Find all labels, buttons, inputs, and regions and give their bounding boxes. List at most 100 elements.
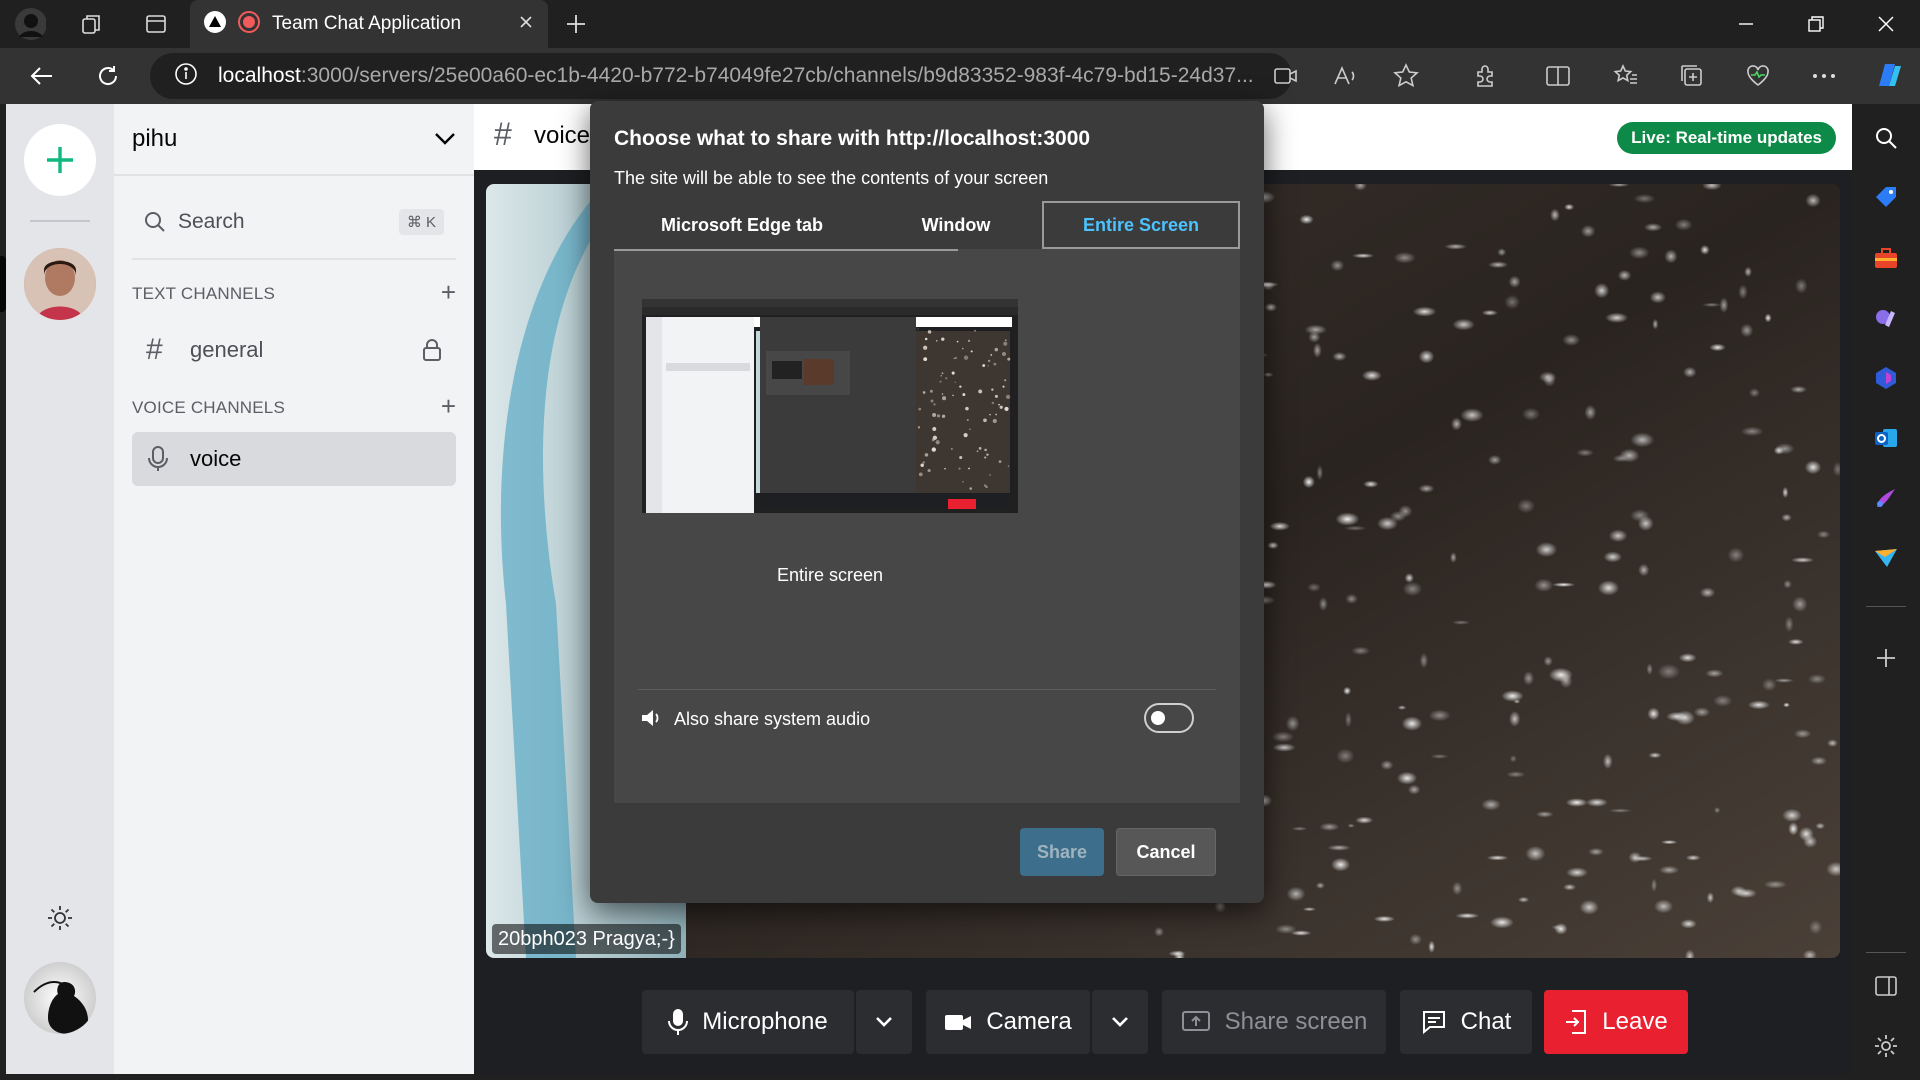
- tab-team-chat[interactable]: Team Chat Application: [190, 0, 548, 48]
- split-screen-icon[interactable]: [1542, 60, 1574, 92]
- add-sidebar-app-icon[interactable]: [1870, 642, 1902, 674]
- profile-avatar-icon[interactable]: [14, 8, 46, 40]
- restore-icon[interactable]: [1782, 0, 1850, 48]
- bokeh-sparkle: [1343, 686, 1352, 696]
- favorite-star-icon[interactable]: [1390, 60, 1422, 92]
- bokeh-sparkle: [922, 391, 926, 394]
- bokeh-sparkle: [1508, 275, 1521, 288]
- bokeh-sparkle: [1488, 261, 1509, 269]
- user-avatar[interactable]: [24, 962, 96, 1034]
- bokeh-sparkle: [941, 372, 944, 375]
- more-options-icon[interactable]: [1808, 60, 1840, 92]
- bokeh-sparkle: [951, 371, 955, 375]
- bokeh-sparkle: [1744, 266, 1752, 277]
- bokeh-sparkle: [999, 405, 1003, 409]
- bokeh-sparkle: [1332, 351, 1347, 362]
- bokeh-sparkle: [1603, 551, 1623, 563]
- new-tab-icon[interactable]: [560, 8, 592, 40]
- browser-essentials-icon[interactable]: [1742, 60, 1774, 92]
- bokeh-sparkle: [1660, 840, 1678, 845]
- cancel-button[interactable]: Cancel: [1116, 828, 1216, 876]
- screen-thumbnail[interactable]: [642, 299, 1018, 513]
- read-aloud-icon[interactable]: [1330, 60, 1362, 92]
- bokeh-sparkle: [1430, 754, 1449, 759]
- server-rail: [0, 104, 114, 1074]
- copilot-icon[interactable]: [1870, 57, 1908, 95]
- camera-button[interactable]: Camera: [926, 990, 1090, 1054]
- bokeh-sparkle: [1154, 926, 1164, 937]
- leave-button[interactable]: Leave: [1544, 990, 1688, 1054]
- bokeh-sparkle: [1790, 557, 1815, 563]
- bokeh-sparkle: [922, 461, 925, 464]
- bokeh-sparkle: [1788, 638, 1804, 645]
- theme-toggle-icon[interactable]: [46, 904, 74, 937]
- bokeh-sparkle: [1738, 284, 1748, 300]
- channel-item-voice[interactable]: voice: [132, 432, 456, 486]
- system-audio-toggle[interactable]: [1144, 703, 1194, 733]
- designer-icon[interactable]: [1870, 482, 1902, 514]
- favorites-icon[interactable]: [1610, 60, 1642, 92]
- bokeh-sparkle: [1563, 883, 1577, 891]
- bokeh-sparkle: [1817, 530, 1831, 539]
- leave-icon: [1566, 1010, 1587, 1034]
- hide-sidebar-icon[interactable]: [1870, 970, 1902, 1002]
- bokeh-sparkle: [1481, 309, 1499, 316]
- tab-edge-tab[interactable]: Microsoft Edge tab: [614, 201, 870, 249]
- camera-label: Camera: [986, 1008, 1072, 1035]
- close-window-icon[interactable]: [1852, 0, 1920, 48]
- bokeh-sparkle: [1535, 542, 1558, 558]
- camera-in-use-icon[interactable]: [1270, 60, 1302, 92]
- microphone-button[interactable]: Microphone: [642, 990, 854, 1054]
- extensions-icon[interactable]: [1470, 60, 1502, 92]
- bokeh-sparkle: [962, 347, 964, 350]
- bokeh-sparkle: [1481, 798, 1501, 811]
- microphone-options-button[interactable]: [856, 990, 912, 1054]
- rail-divider: [30, 220, 90, 222]
- shopping-tag-icon[interactable]: [1870, 182, 1902, 214]
- microsoft-365-icon[interactable]: [1870, 362, 1902, 394]
- bokeh-sparkle: [968, 467, 970, 470]
- bokeh-sparkle: [1702, 302, 1722, 307]
- bokeh-sparkle: [1784, 616, 1794, 633]
- minimize-icon[interactable]: [1712, 0, 1780, 48]
- sidebar-search-icon[interactable]: [1870, 122, 1902, 154]
- add-voice-channel-icon[interactable]: +: [441, 393, 456, 419]
- collections-icon[interactable]: [1676, 60, 1708, 92]
- add-text-channel-icon[interactable]: +: [441, 279, 456, 305]
- tab-actions-icon[interactable]: [140, 8, 172, 40]
- server-avatar-pihu[interactable]: [24, 248, 96, 320]
- camera-options-button[interactable]: [1092, 990, 1148, 1054]
- bokeh-sparkle: [1363, 480, 1379, 488]
- url-path: :3000/servers/25e00a60-ec1b-4420-b772-b7…: [300, 64, 1254, 87]
- bokeh-sparkle: [1651, 878, 1658, 893]
- chevron-down-icon: [876, 1017, 892, 1027]
- sidebar-settings-icon[interactable]: [1870, 1030, 1902, 1062]
- games-icon[interactable]: [1870, 302, 1902, 334]
- back-icon[interactable]: [26, 60, 58, 92]
- bokeh-sparkle: [1506, 771, 1526, 778]
- chat-button[interactable]: Chat: [1400, 990, 1532, 1054]
- tab-close-icon[interactable]: [518, 14, 534, 35]
- send-icon[interactable]: [1870, 542, 1902, 574]
- bokeh-sparkle: [995, 413, 998, 416]
- bokeh-sparkle: [1564, 203, 1575, 211]
- add-server-button[interactable]: [24, 124, 96, 196]
- bokeh-sparkle: [969, 428, 971, 430]
- server-header[interactable]: pihu: [114, 104, 474, 176]
- address-bar[interactable]: localhost:3000/servers/25e00a60-ec1b-442…: [150, 53, 1292, 99]
- site-info-icon[interactable]: [174, 62, 198, 91]
- tab-window[interactable]: Window: [870, 201, 1042, 249]
- tab-entire-screen[interactable]: Entire Screen: [1042, 201, 1240, 249]
- search-button[interactable]: Search ⌘ K: [132, 196, 456, 248]
- refresh-icon[interactable]: [92, 60, 124, 92]
- share-screen-button[interactable]: Share screen: [1162, 990, 1386, 1054]
- share-button[interactable]: Share: [1020, 828, 1104, 876]
- workspaces-icon[interactable]: [76, 8, 108, 40]
- bokeh-sparkle: [1307, 582, 1321, 592]
- bokeh-sparkle: [930, 399, 934, 403]
- tools-briefcase-icon[interactable]: [1870, 242, 1902, 274]
- bokeh-sparkle: [970, 350, 973, 353]
- outlook-icon[interactable]: [1870, 422, 1902, 454]
- bokeh-sparkle: [1579, 899, 1599, 915]
- channel-item-general[interactable]: # general: [132, 324, 456, 376]
